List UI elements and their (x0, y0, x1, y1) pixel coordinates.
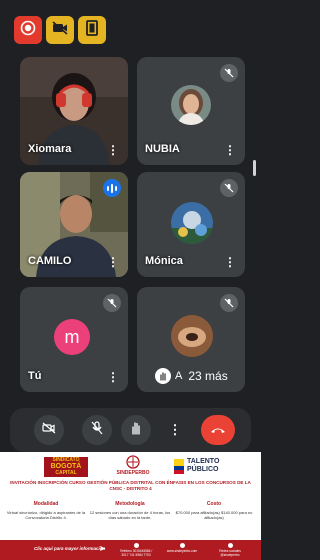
participant-name: Mónica (145, 255, 183, 267)
exit-room-button[interactable] (78, 16, 106, 44)
more-options-button[interactable]: ⋮ (160, 415, 190, 445)
end-call-button[interactable] (201, 415, 235, 445)
sindicato-logo: SINDICATO BOGOTÁ CAPITAL (44, 457, 88, 477)
more-options-icon[interactable]: ⋮ (224, 256, 236, 268)
participant-name: A (175, 370, 183, 382)
phone-contact: Teléfono 3015445566 / 3017 741 5984 7703 (116, 543, 156, 557)
ad-column-heading: Metodología (115, 501, 145, 507)
more-options-icon[interactable]: ⋮ (224, 144, 236, 156)
ad-title: INVITACIÓN INSCRIPCIÓN CURSO GESTIÓN PÚB… (10, 480, 251, 491)
avatar (171, 202, 213, 244)
participant-tile-monica[interactable]: Mónica ⋮ (137, 172, 245, 277)
participant-name: Xiomara (28, 143, 72, 155)
promo-banner[interactable]: SINDICATO BOGOTÁ CAPITAL SINDEPERBO TALE… (0, 452, 261, 560)
scrollbar[interactable] (253, 160, 256, 176)
participant-name: CAMILO (28, 255, 72, 267)
hand-icon (155, 368, 171, 384)
record-button[interactable] (14, 16, 42, 44)
camera-off-icon (51, 20, 69, 41)
ad-cta-link[interactable]: Clic aquí para mayor información (34, 546, 105, 551)
exit-icon (84, 19, 100, 42)
participant-tile-camilo[interactable]: CAMILO ⋮ (20, 172, 128, 277)
more-options-icon[interactable]: ⋮ (107, 256, 119, 268)
speaking-indicator-icon (103, 179, 121, 197)
more-participants-button[interactable]: A 23 más (147, 364, 239, 388)
more-options-icon[interactable]: ⋮ (107, 371, 119, 383)
call-controls: ⋮ (10, 408, 251, 452)
ad-column-text: 12 sesiones con una duración de 4 horas,… (89, 510, 171, 521)
mic-off-icon (103, 294, 121, 312)
raise-hand-button[interactable] (121, 415, 151, 445)
participant-name: NUBIA (145, 143, 180, 155)
camera-toggle-button[interactable] (46, 16, 74, 44)
record-icon (20, 20, 36, 41)
avatar-initial: m (54, 319, 90, 355)
more-options-icon[interactable]: ⋮ (107, 144, 119, 156)
ad-footer[interactable]: Clic aquí para mayor información ➤ Teléf… (0, 540, 261, 560)
sindeperbo-logo: SINDEPERBO (110, 455, 156, 479)
mic-button[interactable] (82, 415, 112, 445)
ad-column-heading: Costo (206, 501, 222, 507)
ad-column-text: $70.000 para afiliado(as) $140.000 para … (175, 510, 253, 521)
mic-off-icon (91, 420, 103, 440)
mic-off-icon (220, 179, 238, 197)
avatar (171, 315, 213, 357)
mic-off-icon (220, 294, 238, 312)
participant-name: Tú (28, 370, 42, 382)
web-contact: www.sindeperbo.com (162, 543, 202, 553)
camera-button[interactable] (34, 415, 64, 445)
participant-tile-xiomara[interactable]: Xiomara ⋮ (20, 57, 128, 165)
avatar (171, 85, 211, 125)
mic-off-icon (220, 64, 238, 82)
talento-publico-logo: TALENTO PÚBLICO (174, 458, 234, 476)
send-icon: ➤ (99, 544, 106, 553)
more-participants-label: 23 más (188, 369, 228, 383)
end-call-icon (210, 421, 226, 439)
ad-column-text: Virtual sincrónico, dirigido a aspirante… (6, 510, 86, 521)
more-vert-icon: ⋮ (168, 422, 182, 437)
ad-column-heading: Modalidad (33, 501, 59, 507)
participant-tile-self[interactable]: m Tú ⋮ (20, 287, 128, 392)
social-contact: Redes sociales @sindeperbo (210, 543, 250, 557)
participant-tile-nubia[interactable]: NUBIA ⋮ (137, 57, 245, 165)
camera-off-icon (42, 421, 56, 439)
raise-hand-icon (130, 421, 142, 440)
top-bar (0, 0, 261, 58)
